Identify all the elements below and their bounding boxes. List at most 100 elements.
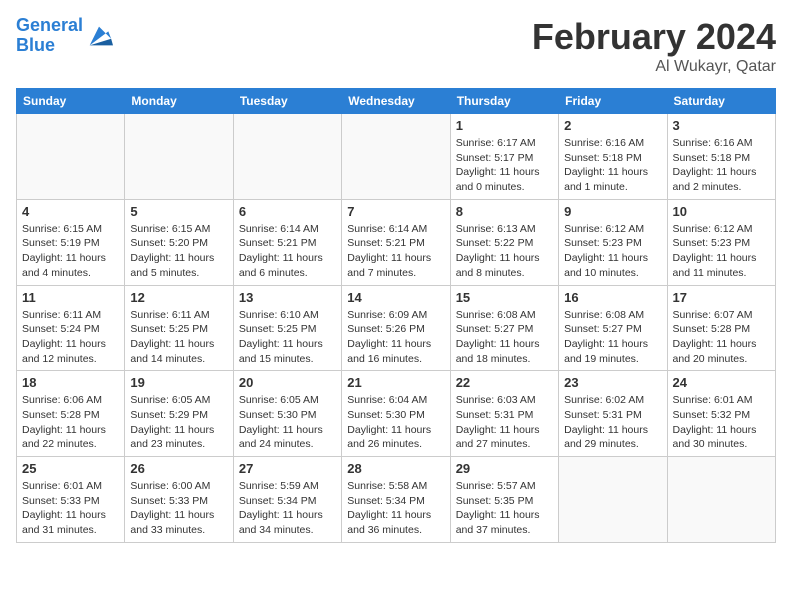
day-number: 13 <box>239 290 336 305</box>
day-number: 18 <box>22 375 119 390</box>
day-number: 8 <box>456 204 553 219</box>
calendar-cell: 2 Sunrise: 6:16 AMSunset: 5:18 PMDaylight… <box>559 114 667 200</box>
calendar-cell: 24Sunrise: 6:01 AMSunset: 5:32 PMDayligh… <box>667 371 775 457</box>
calendar-cell: 19 Sunrise: 6:05 AMSunset: 5:29 PMDayligh… <box>125 371 233 457</box>
day-number: 19 <box>130 375 227 390</box>
calendar-week-3: 11 Sunrise: 6:11 AMSunset: 5:24 PMDayligh… <box>17 285 776 371</box>
day-info: Sunrise: 6:12 AMSunset: 5:23 PMDaylight:… <box>564 222 661 281</box>
day-number: 14 <box>347 290 444 305</box>
day-info: Sunrise: 6:16 AMSunset: 5:18 PMDaylight:… <box>564 136 661 195</box>
day-number: 17 <box>673 290 770 305</box>
calendar-cell: 10 Sunrise: 6:12 AMSunset: 5:23 PMDayligh… <box>667 199 775 285</box>
weekday-header-thursday: Thursday <box>450 89 558 114</box>
logo-icon <box>85 22 113 50</box>
day-number: 21 <box>347 375 444 390</box>
day-number: 6 <box>239 204 336 219</box>
day-info: Sunrise: 6:05 AMSunset: 5:29 PMDaylight:… <box>130 393 227 452</box>
day-info: Sunrise: 6:03 AMSunset: 5:31 PMDaylight:… <box>456 393 553 452</box>
day-number: 3 <box>673 118 770 133</box>
day-info: Sunrise: 6:04 AMSunset: 5:30 PMDaylight:… <box>347 393 444 452</box>
day-number: 23 <box>564 375 661 390</box>
day-info: Sunrise: 5:59 AMSunset: 5:34 PMDaylight:… <box>239 479 336 538</box>
day-info: Sunrise: 5:57 AMSunset: 5:35 PMDaylight:… <box>456 479 553 538</box>
calendar-cell <box>342 114 450 200</box>
day-info: Sunrise: 6:10 AMSunset: 5:25 PMDaylight:… <box>239 308 336 367</box>
day-number: 16 <box>564 290 661 305</box>
calendar-cell <box>17 114 125 200</box>
day-info: Sunrise: 6:01 AMSunset: 5:33 PMDaylight:… <box>22 479 119 538</box>
calendar-cell: 3 Sunrise: 6:16 AMSunset: 5:18 PMDaylight… <box>667 114 775 200</box>
day-number: 26 <box>130 461 227 476</box>
day-number: 25 <box>22 461 119 476</box>
weekday-header-row: SundayMondayTuesdayWednesdayThursdayFrid… <box>17 89 776 114</box>
day-number: 11 <box>22 290 119 305</box>
page-header: General Blue February 2024 Al Wukayr, Qa… <box>16 16 776 76</box>
calendar-cell: 20 Sunrise: 6:05 AMSunset: 5:30 PMDayligh… <box>233 371 341 457</box>
day-number: 9 <box>564 204 661 219</box>
day-info: Sunrise: 6:01 AMSunset: 5:32 PMDaylight:… <box>673 393 770 452</box>
calendar-cell: 15Sunrise: 6:08 AMSunset: 5:27 PMDayligh… <box>450 285 558 371</box>
day-info: Sunrise: 6:15 AMSunset: 5:20 PMDaylight:… <box>130 222 227 281</box>
weekday-header-monday: Monday <box>125 89 233 114</box>
weekday-header-saturday: Saturday <box>667 89 775 114</box>
calendar-cell: 29 Sunrise: 5:57 AMSunset: 5:35 PMDayligh… <box>450 457 558 543</box>
day-info: Sunrise: 6:09 AMSunset: 5:26 PMDaylight:… <box>347 308 444 367</box>
weekday-header-friday: Friday <box>559 89 667 114</box>
logo: General Blue <box>16 16 113 56</box>
day-info: Sunrise: 6:15 AMSunset: 5:19 PMDaylight:… <box>22 222 119 281</box>
day-info: Sunrise: 6:11 AMSunset: 5:24 PMDaylight:… <box>22 308 119 367</box>
day-number: 15 <box>456 290 553 305</box>
month-title: February 2024 <box>532 16 776 58</box>
calendar-body: 1Sunrise: 6:17 AMSunset: 5:17 PMDaylight… <box>17 114 776 543</box>
day-number: 2 <box>564 118 661 133</box>
calendar-cell: 13 Sunrise: 6:10 AMSunset: 5:25 PMDayligh… <box>233 285 341 371</box>
calendar-cell: 5 Sunrise: 6:15 AMSunset: 5:20 PMDaylight… <box>125 199 233 285</box>
weekday-header-sunday: Sunday <box>17 89 125 114</box>
day-number: 7 <box>347 204 444 219</box>
calendar-cell: 17 Sunrise: 6:07 AMSunset: 5:28 PMDayligh… <box>667 285 775 371</box>
day-number: 29 <box>456 461 553 476</box>
calendar-week-4: 18 Sunrise: 6:06 AMSunset: 5:28 PMDayligh… <box>17 371 776 457</box>
day-number: 5 <box>130 204 227 219</box>
calendar-cell <box>125 114 233 200</box>
calendar-cell: 6 Sunrise: 6:14 AMSunset: 5:21 PMDaylight… <box>233 199 341 285</box>
calendar-cell: 11 Sunrise: 6:11 AMSunset: 5:24 PMDayligh… <box>17 285 125 371</box>
calendar-cell: 16 Sunrise: 6:08 AMSunset: 5:27 PMDayligh… <box>559 285 667 371</box>
calendar-week-5: 25 Sunrise: 6:01 AMSunset: 5:33 PMDayligh… <box>17 457 776 543</box>
calendar-cell: 22Sunrise: 6:03 AMSunset: 5:31 PMDayligh… <box>450 371 558 457</box>
calendar-cell: 21 Sunrise: 6:04 AMSunset: 5:30 PMDayligh… <box>342 371 450 457</box>
calendar-cell: 7 Sunrise: 6:14 AMSunset: 5:21 PMDaylight… <box>342 199 450 285</box>
day-info: Sunrise: 6:05 AMSunset: 5:30 PMDaylight:… <box>239 393 336 452</box>
day-info: Sunrise: 6:16 AMSunset: 5:18 PMDaylight:… <box>673 136 770 195</box>
day-number: 4 <box>22 204 119 219</box>
day-number: 28 <box>347 461 444 476</box>
title-block: February 2024 Al Wukayr, Qatar <box>532 16 776 76</box>
day-info: Sunrise: 6:02 AMSunset: 5:31 PMDaylight:… <box>564 393 661 452</box>
logo-general: General <box>16 15 83 35</box>
day-info: Sunrise: 6:08 AMSunset: 5:27 PMDaylight:… <box>564 308 661 367</box>
day-info: Sunrise: 6:14 AMSunset: 5:21 PMDaylight:… <box>347 222 444 281</box>
calendar-cell: 25 Sunrise: 6:01 AMSunset: 5:33 PMDayligh… <box>17 457 125 543</box>
calendar-cell <box>233 114 341 200</box>
day-number: 12 <box>130 290 227 305</box>
calendar-header: SundayMondayTuesdayWednesdayThursdayFrid… <box>17 89 776 114</box>
day-info: Sunrise: 6:17 AMSunset: 5:17 PMDaylight:… <box>456 136 553 195</box>
day-info: Sunrise: 6:00 AMSunset: 5:33 PMDaylight:… <box>130 479 227 538</box>
calendar-week-1: 1Sunrise: 6:17 AMSunset: 5:17 PMDaylight… <box>17 114 776 200</box>
calendar-cell: 9 Sunrise: 6:12 AMSunset: 5:23 PMDaylight… <box>559 199 667 285</box>
calendar-cell: 28Sunrise: 5:58 AMSunset: 5:34 PMDayligh… <box>342 457 450 543</box>
day-info: Sunrise: 6:13 AMSunset: 5:22 PMDaylight:… <box>456 222 553 281</box>
calendar-cell <box>667 457 775 543</box>
day-info: Sunrise: 6:12 AMSunset: 5:23 PMDaylight:… <box>673 222 770 281</box>
calendar-cell <box>559 457 667 543</box>
calendar-table: SundayMondayTuesdayWednesdayThursdayFrid… <box>16 88 776 543</box>
calendar-week-2: 4 Sunrise: 6:15 AMSunset: 5:19 PMDaylight… <box>17 199 776 285</box>
day-info: Sunrise: 6:07 AMSunset: 5:28 PMDaylight:… <box>673 308 770 367</box>
day-number: 10 <box>673 204 770 219</box>
calendar-cell: 23 Sunrise: 6:02 AMSunset: 5:31 PMDayligh… <box>559 371 667 457</box>
day-info: Sunrise: 6:06 AMSunset: 5:28 PMDaylight:… <box>22 393 119 452</box>
day-info: Sunrise: 6:14 AMSunset: 5:21 PMDaylight:… <box>239 222 336 281</box>
day-number: 20 <box>239 375 336 390</box>
calendar-cell: 26 Sunrise: 6:00 AMSunset: 5:33 PMDayligh… <box>125 457 233 543</box>
day-info: Sunrise: 6:11 AMSunset: 5:25 PMDaylight:… <box>130 308 227 367</box>
